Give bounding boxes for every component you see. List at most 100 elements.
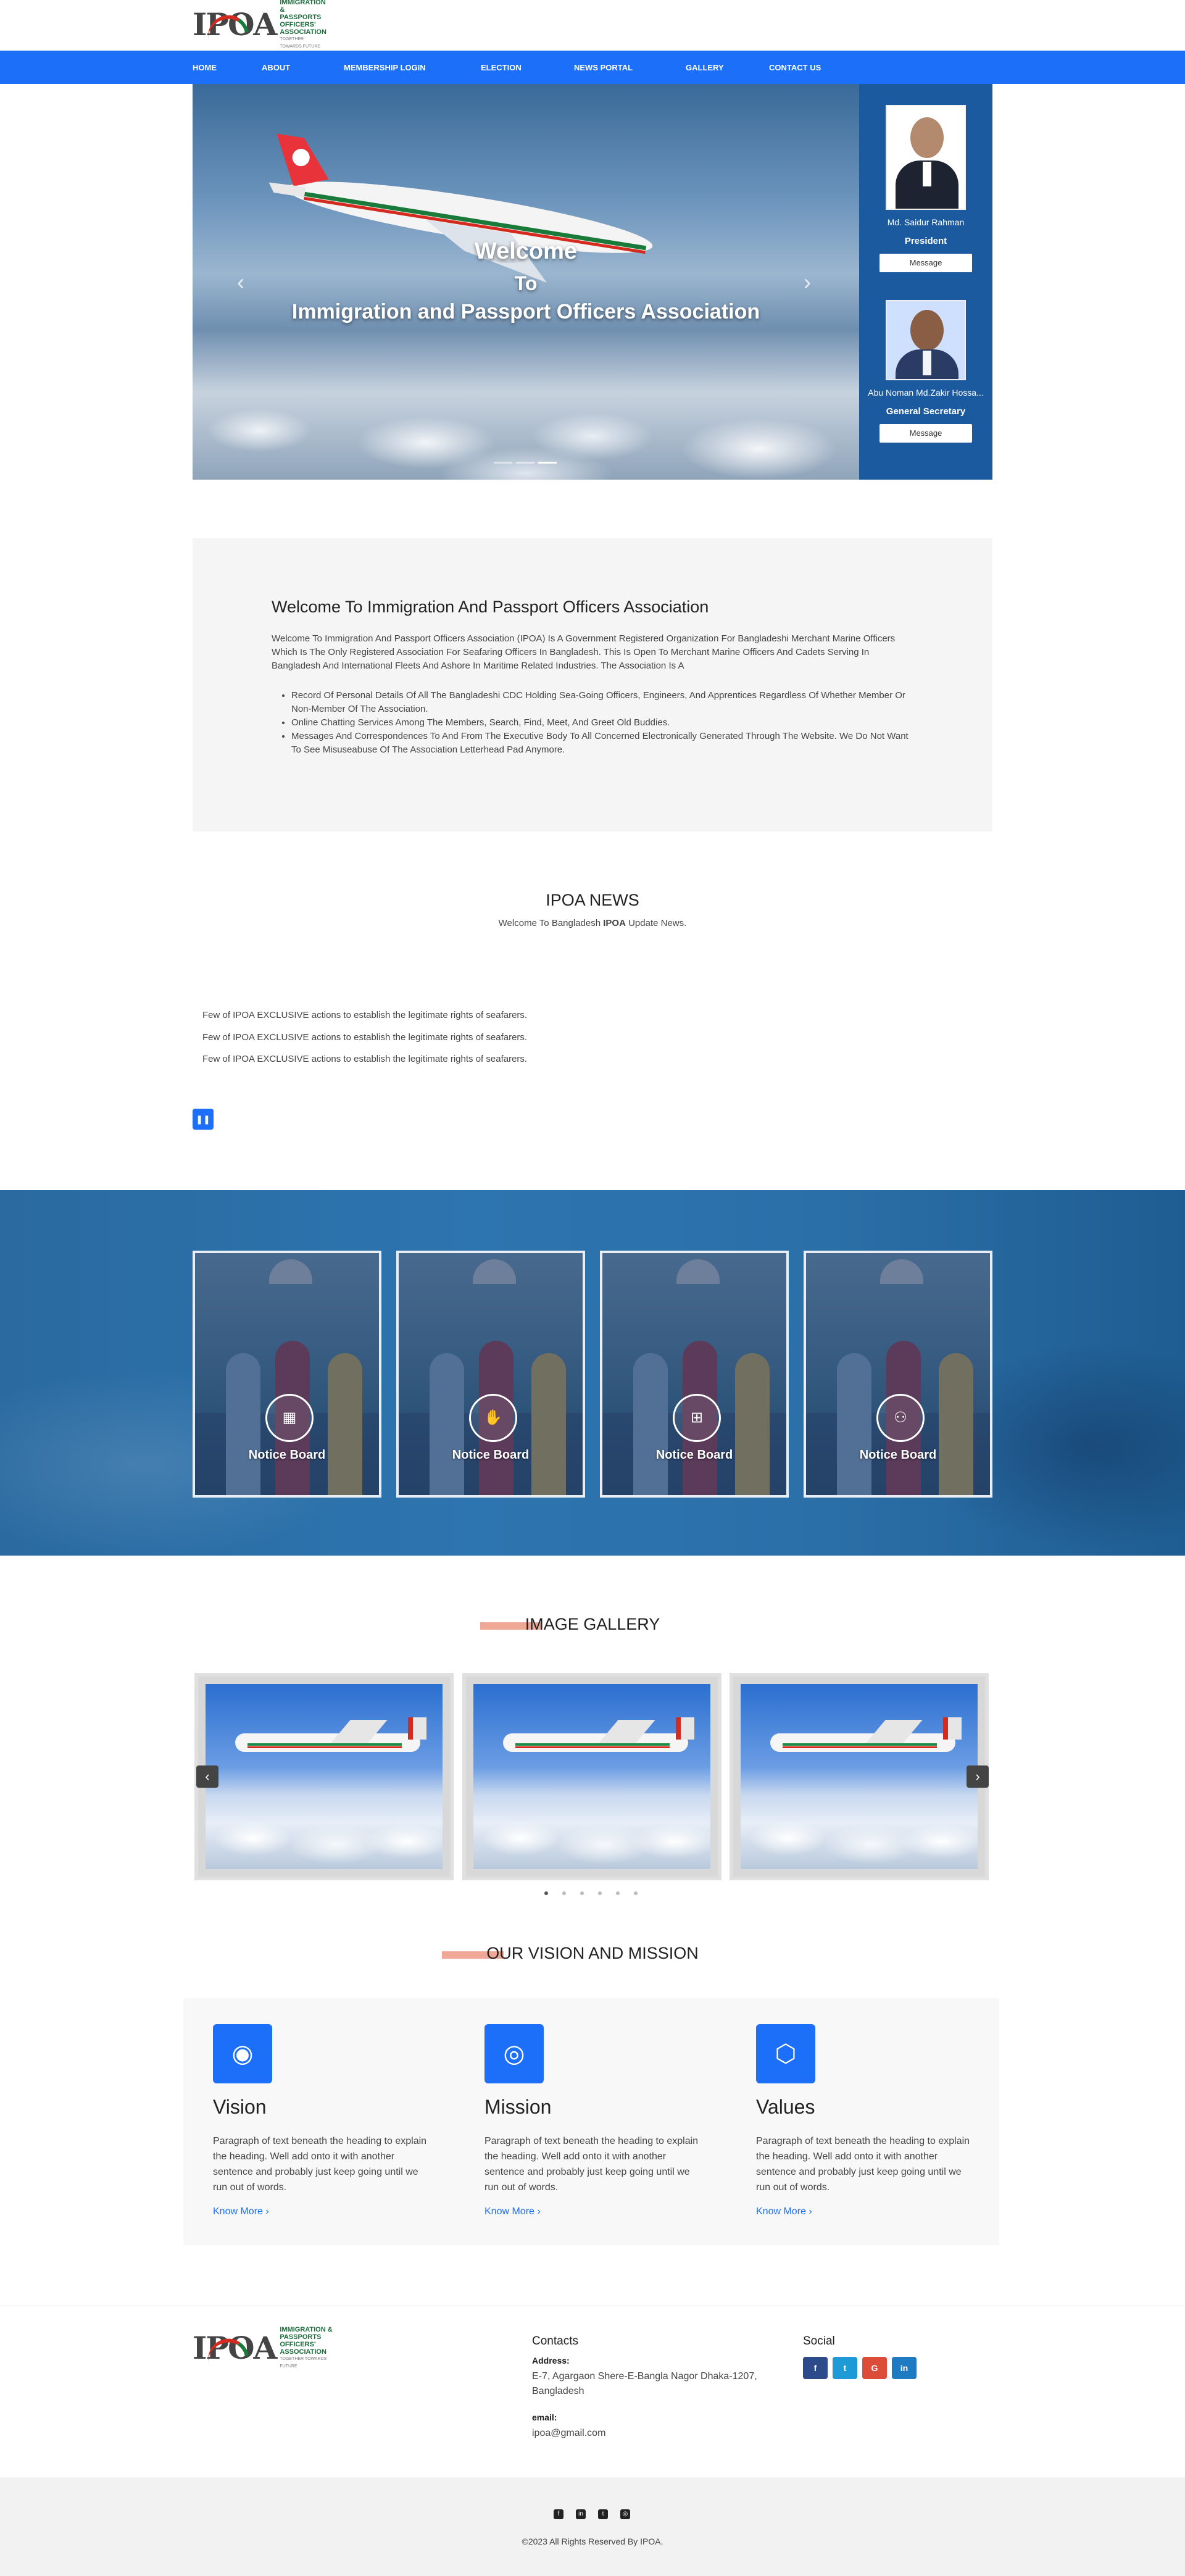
twitter-icon[interactable]: t: [833, 2357, 857, 2379]
linkedin-icon[interactable]: in: [892, 2357, 917, 2379]
pause-icon[interactable]: ❚❚: [193, 1109, 214, 1130]
list-item: Record Of Personal Details Of All The Ba…: [291, 689, 908, 716]
target-icon: ◎: [484, 2024, 544, 2083]
footer-contacts: Contacts Address: E-7, Agargaon Shere-E-…: [532, 2335, 767, 2441]
notice-card[interactable]: ⊞ Notice Board: [600, 1251, 789, 1498]
handshake-icon: ✋: [469, 1394, 517, 1442]
instagram-icon[interactable]: ◎: [620, 2509, 630, 2519]
column-text: Paragraph of text beneath the heading to…: [756, 2136, 970, 2193]
notice-label: Notice Board: [859, 1448, 937, 1462]
know-more-link[interactable]: Know More ›: [484, 2206, 707, 2217]
hero-slider: Welcome To Immigration and Passport Offi…: [193, 84, 859, 480]
footer-logo[interactable]: IPOA Immigration & Passports Officers' A…: [193, 2326, 341, 2369]
gallery-item[interactable]: [462, 1673, 721, 1880]
nav-about[interactable]: ABOUT: [262, 63, 344, 72]
chevron-right-icon[interactable]: ›: [967, 1765, 989, 1788]
chevron-right-icon[interactable]: ›: [804, 269, 811, 295]
linkedin-icon[interactable]: in: [576, 2509, 586, 2519]
hero-indicator[interactable]: [516, 462, 534, 464]
notice-card[interactable]: ⚇ Notice Board: [804, 1251, 992, 1498]
president-photo: [886, 105, 966, 210]
hero-indicator[interactable]: [494, 462, 512, 464]
vision-title: OUR VISION AND MISSION: [0, 1944, 1185, 1963]
gallery-dot[interactable]: [616, 1891, 620, 1895]
facebook-icon[interactable]: f: [803, 2357, 828, 2379]
message-button[interactable]: Message: [879, 254, 972, 272]
gallery-dot[interactable]: [598, 1891, 602, 1895]
news-title: IPOA NEWS: [546, 891, 639, 909]
windows-icon: ⊞: [673, 1394, 721, 1442]
officer-name: Abu Noman Md.Zakir Hossa...: [868, 388, 984, 398]
site-logo[interactable]: IPOA Immigration & Passports Officers' A…: [193, 0, 326, 49]
column-text: Paragraph of text beneath the heading to…: [484, 2136, 699, 2193]
copyright: ©2023 All Rights Reserved By IPOA.: [522, 2536, 663, 2546]
nav-membership-login[interactable]: MEMBERSHIP LOGIN: [344, 63, 481, 72]
column-text: Paragraph of text beneath the heading to…: [213, 2136, 427, 2193]
column-heading: Mission: [484, 2096, 552, 2118]
hero-heading-association: Immigration and Passport Officers Associ…: [291, 300, 760, 323]
nav-contact-us[interactable]: CONTACT US: [769, 63, 821, 72]
email-value[interactable]: ipoa@gmail.com: [532, 2426, 767, 2441]
gallery-item[interactable]: [730, 1673, 989, 1880]
notice-board-section: ▦ Notice Board ✋ Notice Board ⊞ Notice B…: [0, 1190, 1185, 1556]
nav-election[interactable]: ELECTION: [481, 63, 574, 72]
hero-indicators: [494, 462, 557, 464]
officer-name: Md. Saidur Rahman: [887, 217, 965, 227]
officer-role: General Secretary: [886, 406, 966, 417]
gallery-dot-active[interactable]: [544, 1891, 548, 1895]
welcome-section: Welcome To Immigration And Passport Offi…: [193, 538, 992, 832]
welcome-title: Welcome To Immigration And Passport Offi…: [272, 598, 709, 616]
chevron-left-icon[interactable]: ‹: [237, 269, 244, 295]
column-heading: Values: [756, 2096, 815, 2118]
footer-social: Social f t G in: [803, 2335, 917, 2379]
know-more-link[interactable]: Know More ›: [213, 2206, 435, 2217]
gallery-item[interactable]: [194, 1673, 454, 1880]
notice-card[interactable]: ✋ Notice Board: [396, 1251, 585, 1498]
logo-mark: IPOA: [193, 2330, 277, 2366]
twitter-icon[interactable]: t: [598, 2509, 608, 2519]
list-item: Messages And Correspondences To And From…: [291, 730, 908, 757]
logo-text: Immigration & Passports Officers' Associ…: [280, 2326, 333, 2369]
news-item[interactable]: Few of IPOA EXCLUSIVE actions to establi…: [202, 1010, 527, 1020]
vision-column: ◉ Vision Paragraph of text beneath the h…: [213, 2024, 435, 2217]
notice-label: Notice Board: [452, 1448, 530, 1462]
mission-column: ◎ Mission Paragraph of text beneath the …: [484, 2024, 707, 2217]
footer-bottom: f in t ◎ ©2023 All Rights Reserved By IP…: [0, 2477, 1185, 2576]
news-item[interactable]: Few of IPOA EXCLUSIVE actions to establi…: [202, 1054, 527, 1064]
logo-text: Immigration & Passports Officers' Associ…: [280, 0, 326, 49]
sitemap-icon: ⚇: [876, 1394, 925, 1442]
gallery-dot[interactable]: [562, 1891, 566, 1895]
cube-icon: ⬡: [756, 2024, 815, 2083]
values-column: ⬡ Values Paragraph of text beneath the h…: [756, 2024, 978, 2217]
officer-card-president: Md. Saidur Rahman President Message: [859, 105, 992, 272]
notice-label: Notice Board: [248, 1448, 326, 1462]
nav-home[interactable]: HOME: [193, 63, 262, 72]
chevron-right-icon: ›: [809, 2206, 812, 2217]
know-more-link[interactable]: Know More ›: [756, 2206, 978, 2217]
gallery-dot[interactable]: [634, 1891, 638, 1895]
message-button[interactable]: Message: [879, 424, 972, 443]
notice-card[interactable]: ▦ Notice Board: [193, 1251, 381, 1498]
nav-news-portal[interactable]: NEWS PORTAL: [574, 63, 686, 72]
top-header: IPOA Immigration & Passports Officers' A…: [0, 0, 1185, 51]
gallery-dots: [544, 1891, 638, 1895]
list-item: Online Chatting Services Among The Membe…: [291, 716, 908, 730]
address-label: Address:: [532, 2356, 570, 2366]
general-secretary-photo: [886, 300, 966, 380]
officer-card-general-secretary: Abu Noman Md.Zakir Hossa... General Secr…: [859, 300, 992, 443]
welcome-paragraph: Welcome To Immigration And Passport Offi…: [272, 633, 896, 671]
address-value: E-7, Agargaon Shere-E-Bangla Nagor Dhaka…: [532, 2371, 757, 2396]
google-icon[interactable]: G: [862, 2357, 887, 2379]
chevron-left-icon[interactable]: ‹: [196, 1765, 218, 1788]
news-item[interactable]: Few of IPOA EXCLUSIVE actions to establi…: [202, 1032, 527, 1043]
chevron-right-icon: ›: [537, 2206, 541, 2217]
hero-indicator-active[interactable]: [538, 462, 557, 464]
hero-heading-welcome: Welcome: [474, 238, 578, 264]
social-title: Social: [803, 2335, 835, 2348]
facebook-icon[interactable]: f: [554, 2509, 563, 2519]
officer-role: President: [904, 236, 947, 246]
news-subtitle: Welcome To Bangladesh IPOA Update News.: [498, 918, 687, 928]
email-label: email:: [532, 2412, 557, 2422]
gallery-dot[interactable]: [580, 1891, 584, 1895]
nav-gallery[interactable]: GALLERY: [686, 63, 769, 72]
